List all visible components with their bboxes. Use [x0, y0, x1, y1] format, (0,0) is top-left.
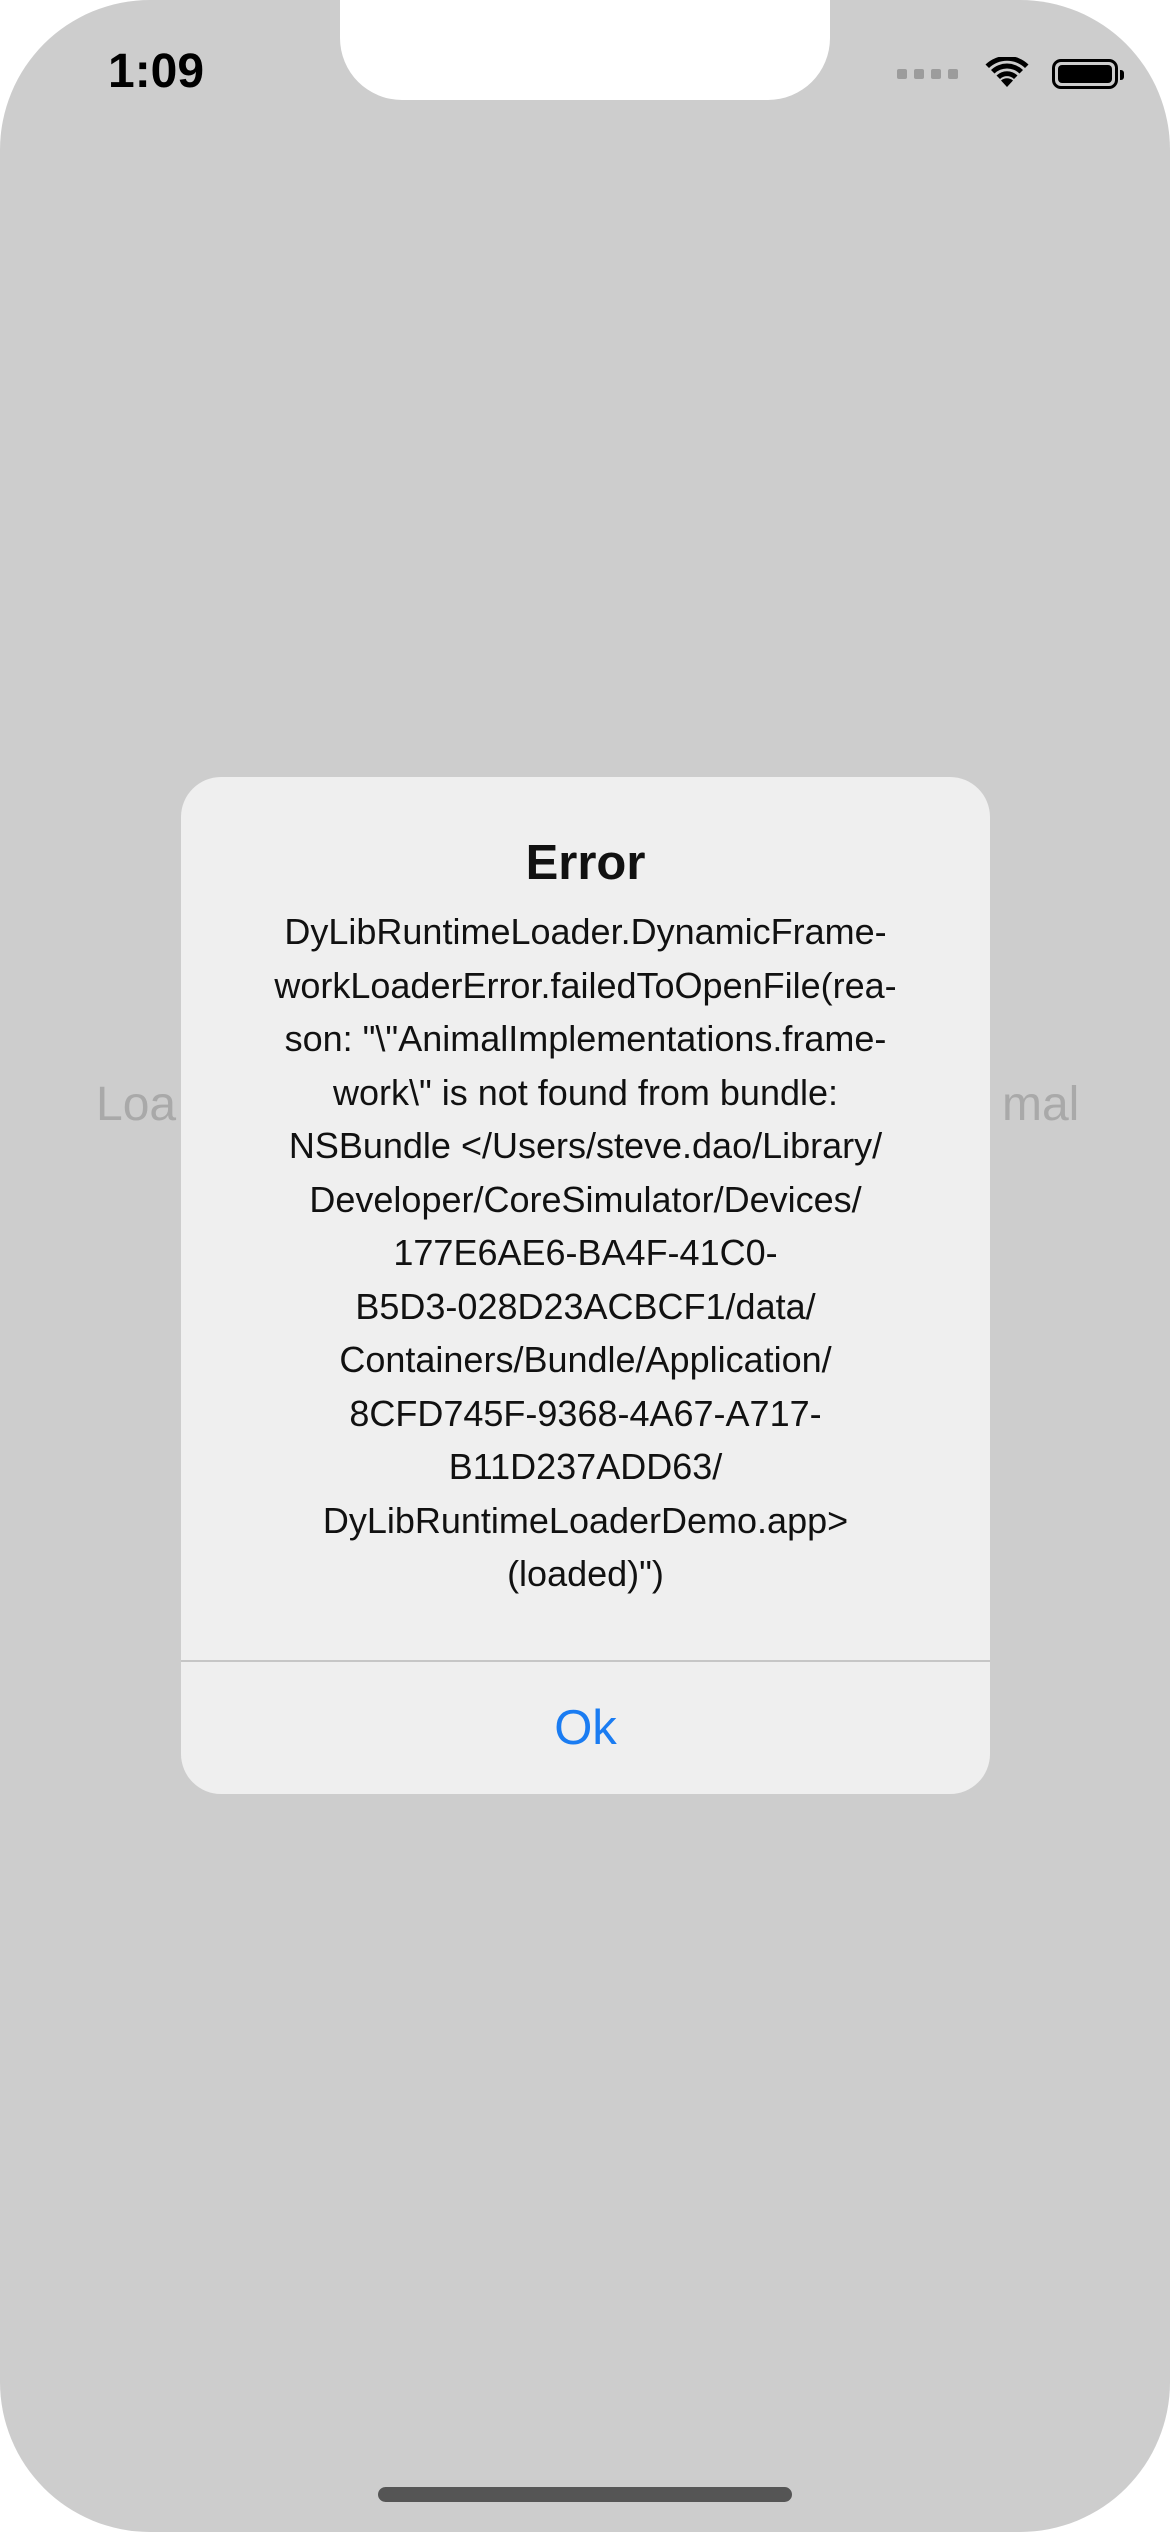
- status-icons: [897, 52, 1124, 96]
- wifi-icon: [985, 57, 1029, 87]
- background-button-text-right: mal: [1002, 1078, 1080, 1131]
- alert-message: DyLibRuntimeLoader.DynamicFrame- workLoa…: [274, 911, 897, 1594]
- home-indicator[interactable]: [378, 2487, 792, 2502]
- background-button-text-left: Loa: [96, 1078, 177, 1131]
- error-alert: Error DyLibRuntimeLoader.DynamicFrame- w…: [181, 777, 990, 1794]
- alert-title: Error: [525, 836, 646, 890]
- ok-button[interactable]: Ok: [181, 1662, 990, 1794]
- notch: [340, 0, 830, 100]
- cellular-signal-icon: [897, 69, 958, 79]
- status-time: 1:09: [108, 45, 205, 98]
- battery-icon: [1052, 59, 1124, 89]
- device-screen: 1:09 Loa mal Error DyLibRuntimeLoader.Dy…: [0, 0, 1170, 2532]
